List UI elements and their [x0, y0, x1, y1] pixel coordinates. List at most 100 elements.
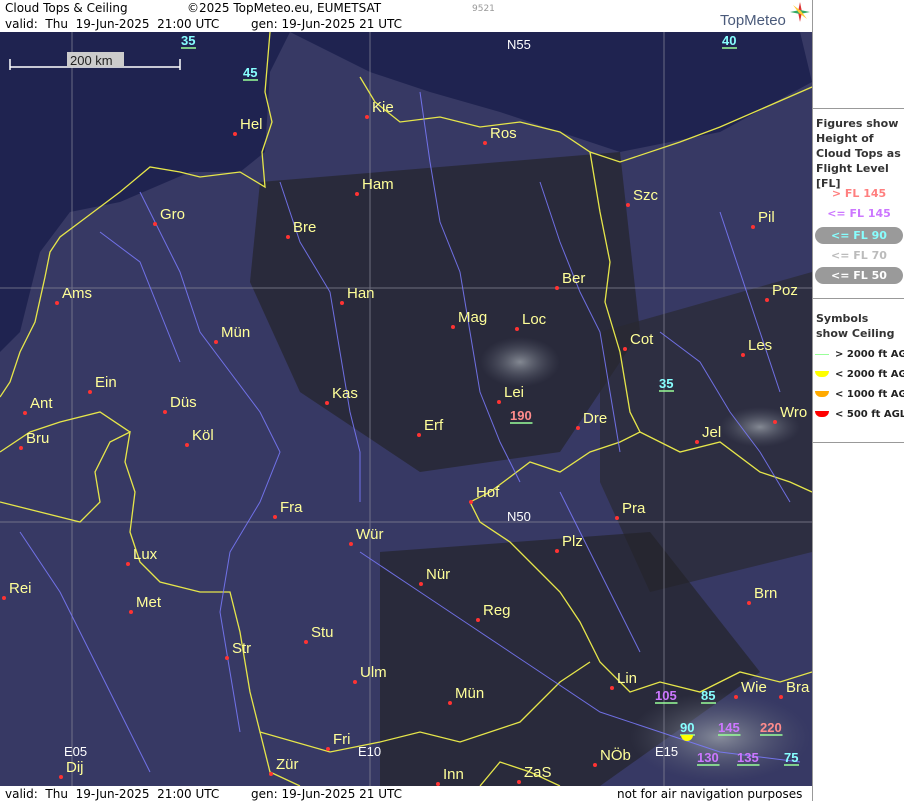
city-label: Köl — [192, 427, 214, 444]
city-dot — [747, 601, 751, 605]
city-label: Kas — [332, 385, 358, 402]
figure-legend-item: <= FL 90 — [815, 227, 903, 244]
figure-legend-item: > FL 145 — [831, 187, 887, 200]
cloud-patch — [480, 337, 560, 387]
legend-panel: Figures show Height of Cloud Tops as Fli… — [812, 0, 904, 801]
footer-valid-time: valid: Thu 19-Jun-2025 21:00 UTC — [5, 787, 220, 801]
svg-text:90: 90 — [680, 720, 694, 735]
city-label: Ham — [362, 176, 394, 193]
city-dot — [129, 610, 133, 614]
logo-text: TopMeteo — [720, 12, 786, 29]
city-label: ZaS — [524, 764, 552, 781]
ceiling-legend-item: < 500 ft AGL — [815, 409, 904, 420]
city-label: Zür — [276, 756, 299, 773]
city-label: Les — [748, 337, 772, 354]
city-label: Szc — [633, 187, 659, 204]
cloud-top-label: 130 — [697, 750, 720, 766]
svg-text:40: 40 — [722, 33, 736, 48]
city-label: Gro — [160, 206, 185, 223]
footer-bar: valid: Thu 19-Jun-2025 21:00 UTC gen: 19… — [0, 786, 812, 801]
city-label: NÖb — [600, 746, 631, 764]
city-dot — [19, 446, 23, 450]
city-dot — [304, 640, 308, 644]
disclaimer: not for air navigation purposes — [617, 787, 803, 801]
svg-text:135: 135 — [737, 750, 759, 765]
svg-text:130: 130 — [697, 750, 719, 765]
city-label: Bre — [293, 219, 316, 236]
cloud-top-label: 45 — [243, 65, 258, 81]
header-valid-bar: valid: Thu 19-Jun-2025 21:00 UTC gen: 19… — [0, 16, 812, 32]
cloud-top-label: 90 — [680, 720, 695, 736]
city-dot — [419, 582, 423, 586]
ceiling-legend-item: < 1000 ft AGL — [815, 389, 904, 400]
city-dot — [576, 426, 580, 430]
city-label: Ams — [62, 285, 92, 302]
grid-label: E15 — [655, 744, 678, 759]
map-code: 9521 — [472, 4, 495, 14]
city-dot — [273, 515, 277, 519]
city-dot — [2, 596, 6, 600]
city-dot — [353, 680, 357, 684]
city-label: Dij — [66, 759, 84, 776]
svg-text:75: 75 — [784, 750, 798, 765]
copyright: ©2025 TopMeteo.eu, EUMETSAT — [187, 1, 382, 15]
city-dot — [626, 203, 630, 207]
city-label: Ulm — [360, 664, 387, 681]
cloud-top-label: 40 — [722, 33, 737, 49]
map-area[interactable]: 200 km N55 N50 E05 E10 E15 Kie Hel Ros Ham Szc Gr… — [0, 32, 812, 786]
city-dot — [451, 325, 455, 329]
city-label: Mün — [455, 685, 484, 702]
city-label: Dre — [583, 410, 607, 427]
ceiling-symbol-icon — [815, 391, 829, 397]
topmeteo-logo: TopMeteo — [720, 2, 810, 29]
city-label: Ein — [95, 374, 117, 391]
cloud-top-label: 135 — [737, 750, 760, 766]
ceiling-symbol-icon — [815, 411, 829, 417]
city-dot — [225, 656, 229, 660]
figure-legend-item: <= FL 145 — [827, 207, 891, 220]
header-bar: Cloud Tops & Ceiling ©2025 TopMeteo.eu, … — [0, 0, 812, 16]
city-dot — [269, 772, 273, 776]
city-dot — [349, 542, 353, 546]
city-label: Han — [347, 285, 375, 302]
city-label: Lei — [504, 384, 524, 401]
city-dot — [695, 440, 699, 444]
city-label: Reg — [483, 602, 511, 619]
city-dot — [365, 115, 369, 119]
city-dot — [610, 686, 614, 690]
city-label: Wro — [780, 404, 807, 421]
scale-label: 200 km — [70, 53, 113, 68]
city-dot — [734, 695, 738, 699]
city-label: Lin — [617, 670, 637, 687]
city-dot — [326, 747, 330, 751]
cloud-top-label: 220 — [760, 720, 783, 736]
cloud-top-label: 35 — [659, 376, 674, 392]
city-label: Hof — [476, 484, 500, 501]
city-dot — [765, 298, 769, 302]
cloud-patch — [630, 692, 810, 782]
cloud-top-label: 85 — [701, 688, 716, 704]
ceiling-symbol-icon — [815, 353, 829, 355]
city-dot — [325, 401, 329, 405]
city-label: Ros — [490, 125, 517, 142]
footer-generated-time: gen: 19-Jun-2025 21 UTC — [251, 787, 403, 801]
city-label: Inn — [443, 766, 464, 783]
city-dot — [497, 400, 501, 404]
city-label: Düs — [170, 394, 197, 411]
city-dot — [779, 695, 783, 699]
cloud-top-label: 35 — [181, 33, 196, 49]
cloud-top-label: 190 — [510, 408, 533, 424]
city-dot — [593, 763, 597, 767]
grid-label: E10 — [358, 744, 381, 759]
city-dot — [55, 301, 59, 305]
city-dot — [476, 618, 480, 622]
city-label: Loc — [522, 311, 547, 328]
ceiling-legend-item: < 2000 ft AGL — [815, 369, 904, 380]
symbols-legend-title: Symbols show Ceiling — [816, 312, 895, 340]
city-dot — [233, 132, 237, 136]
svg-text:190: 190 — [510, 408, 532, 423]
city-label: Stu — [311, 624, 334, 641]
city-dot — [751, 225, 755, 229]
city-dot — [23, 411, 27, 415]
city-label: Pil — [758, 209, 775, 226]
